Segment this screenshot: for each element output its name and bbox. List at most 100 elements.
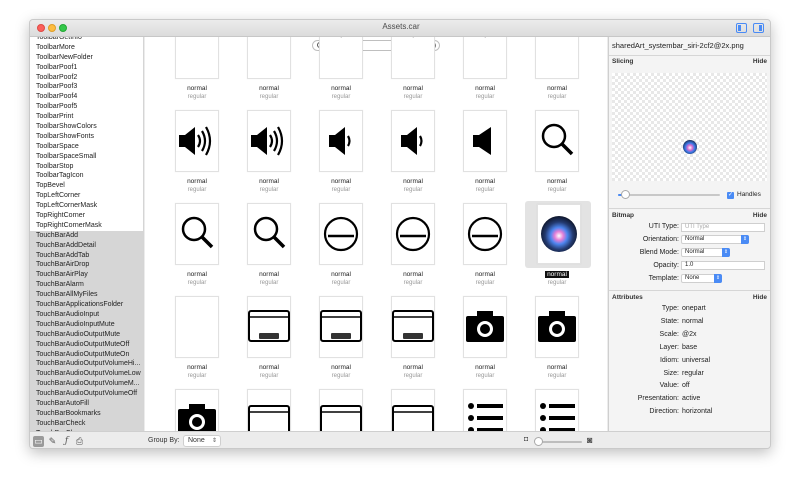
- sidebar-item[interactable]: TouchBarAllMyFiles: [30, 290, 143, 301]
- asset-thumbnail[interactable]: [463, 389, 507, 431]
- sidebar-item[interactable]: ToolbarSpaceSmall: [30, 152, 143, 162]
- print-icon[interactable]: ⎙: [74, 436, 85, 447]
- sidebar-item[interactable]: TopBevel: [30, 181, 143, 191]
- sidebar-item[interactable]: ToolbarPoof5: [30, 102, 143, 112]
- sidebar-item[interactable]: ToolbarNewFolder: [30, 53, 143, 63]
- asset-cell[interactable]: normal regular: [381, 203, 439, 291]
- bitmap-hide-button[interactable]: Hide: [753, 212, 767, 219]
- asset-cell[interactable]: normal regular: [309, 296, 367, 384]
- sidebar-item[interactable]: TouchBarCheck: [30, 418, 143, 429]
- asset-cell[interactable]: normal regular: [525, 201, 591, 291]
- asset-cell[interactable]: normal regular: [525, 37, 583, 105]
- thumbnail-size-knob[interactable]: [534, 437, 543, 446]
- asset-thumbnail[interactable]: [319, 389, 363, 431]
- asset-cell[interactable]: [165, 389, 223, 431]
- sidebar-item[interactable]: ToolbarPrint: [30, 112, 143, 122]
- sidebar-item[interactable]: TouchBarAudioOutputVolumeOff: [30, 389, 143, 399]
- asset-cell[interactable]: normal regular: [525, 296, 583, 384]
- sidebar-item[interactable]: ToolbarPoof1: [30, 63, 143, 73]
- asset-thumbnail[interactable]: [247, 203, 291, 265]
- asset-cell[interactable]: normal regular: [237, 203, 295, 291]
- asset-cell[interactable]: normal regular: [165, 203, 223, 291]
- asset-cell[interactable]: [381, 389, 439, 431]
- asset-thumbnail[interactable]: [247, 37, 291, 79]
- asset-thumbnail[interactable]: [535, 37, 579, 79]
- asset-cell[interactable]: normal regular: [453, 203, 511, 291]
- sidebar-item[interactable]: TouchBarAddDetail: [30, 240, 143, 251]
- sidebar-item[interactable]: TopRightCornerMask: [30, 221, 143, 231]
- asset-cell[interactable]: normal regular: [237, 296, 295, 384]
- asset-cell[interactable]: [525, 389, 583, 431]
- asset-cell[interactable]: normal regular: [381, 110, 439, 198]
- asset-thumbnail[interactable]: [319, 296, 363, 358]
- uti-type-field[interactable]: UTI Type: [681, 223, 765, 232]
- asset-thumbnail[interactable]: [463, 37, 507, 79]
- asset-thumbnail[interactable]: [175, 37, 219, 79]
- sidebar-item[interactable]: TouchBarAudioOutputMute: [30, 329, 143, 340]
- sidebar-item[interactable]: TouchBarAddTab: [30, 250, 143, 261]
- asset-cell[interactable]: normal regular: [237, 37, 295, 105]
- sidebar-item[interactable]: TouchBarAutoFill: [30, 398, 143, 409]
- asset-cell[interactable]: [453, 389, 511, 431]
- asset-thumbnail[interactable]: [175, 203, 219, 265]
- asset-thumbnail[interactable]: [247, 389, 291, 431]
- handles-checkbox[interactable]: ✓: [727, 192, 734, 199]
- group-by-select[interactable]: None ⇕: [183, 435, 221, 447]
- asset-thumbnail[interactable]: [537, 204, 581, 264]
- asset-thumbnail[interactable]: [463, 203, 507, 265]
- asset-thumbnail[interactable]: [535, 110, 579, 172]
- asset-cell[interactable]: normal regular: [453, 296, 511, 384]
- attributes-hide-button[interactable]: Hide: [753, 294, 767, 301]
- sidebar-item[interactable]: ToolbarMore: [30, 43, 143, 53]
- asset-cell[interactable]: normal regular: [165, 37, 223, 105]
- sidebar-item[interactable]: ToolbarTagIcon: [30, 171, 143, 181]
- sidebar-item[interactable]: TouchBarAirPlay: [30, 270, 143, 281]
- asset-cell[interactable]: normal regular: [381, 296, 439, 384]
- asset-cell[interactable]: normal regular: [309, 37, 367, 105]
- sidebar-item[interactable]: TouchBarApplicationsFolder: [30, 300, 143, 310]
- asset-cell[interactable]: normal regular: [309, 203, 367, 291]
- asset-thumbnail[interactable]: [319, 37, 363, 79]
- sidebar-item[interactable]: TopRightCorner: [30, 211, 143, 221]
- sidebar-item[interactable]: TouchBarAlarm: [30, 280, 143, 291]
- sidebar-item[interactable]: TopLeftCornerMask: [30, 201, 143, 211]
- asset-thumbnail[interactable]: [535, 389, 579, 431]
- asset-thumbnail[interactable]: [463, 296, 507, 358]
- asset-thumbnail[interactable]: [247, 110, 291, 172]
- eyedropper-icon[interactable]: ✎: [47, 436, 58, 447]
- asset-thumbnail[interactable]: [175, 389, 219, 431]
- asset-thumbnail[interactable]: [319, 203, 363, 265]
- sidebar-item[interactable]: TouchBarAudioOutputMuteOn: [30, 349, 143, 360]
- asset-thumbnail[interactable]: [463, 110, 507, 172]
- blend-mode-select[interactable]: Normal ⇕: [681, 248, 730, 257]
- sidebar-item[interactable]: ToolbarShowFonts: [30, 132, 143, 142]
- asset-cell[interactable]: normal regular: [165, 110, 223, 198]
- template-select[interactable]: None ⇕: [681, 274, 722, 283]
- sidebar-item[interactable]: ToolbarStop: [30, 162, 143, 172]
- sidebar-item[interactable]: TouchBarAdd: [30, 230, 143, 241]
- asset-cell[interactable]: normal regular: [525, 110, 583, 198]
- orientation-select[interactable]: Normal ⇕: [681, 235, 749, 244]
- asset-cell[interactable]: normal regular: [381, 37, 439, 105]
- asset-thumbnail[interactable]: [535, 296, 579, 358]
- sidebar-item[interactable]: ToolbarShowColors: [30, 122, 143, 132]
- sidebar-item[interactable]: TouchBarAudioOutputVolumeM...: [30, 379, 143, 390]
- slicing-hide-button[interactable]: Hide: [753, 58, 767, 65]
- asset-cell[interactable]: normal regular: [309, 110, 367, 198]
- image-view-icon[interactable]: ▭: [33, 436, 44, 447]
- asset-thumbnail[interactable]: [319, 110, 363, 172]
- slice-preview[interactable]: [612, 73, 767, 181]
- slice-zoom-knob[interactable]: [621, 190, 630, 199]
- asset-thumbnail[interactable]: [391, 37, 435, 79]
- asset-thumbnail[interactable]: [175, 296, 219, 358]
- asset-cell[interactable]: normal regular: [453, 37, 511, 105]
- asset-thumbnail[interactable]: [391, 296, 435, 358]
- sidebar-item[interactable]: TouchBarBookmarks: [30, 408, 143, 419]
- sidebar-item[interactable]: TouchBarAudioOutputMuteOff: [30, 339, 143, 350]
- sidebar-item[interactable]: TouchBarAudioInput: [30, 309, 143, 320]
- thumbnail-size-slider[interactable]: [538, 441, 582, 443]
- asset-thumbnail[interactable]: [247, 296, 291, 358]
- asset-thumbnail[interactable]: [391, 389, 435, 431]
- asset-cell[interactable]: normal regular: [237, 110, 295, 198]
- slice-zoom-slider[interactable]: [618, 194, 720, 196]
